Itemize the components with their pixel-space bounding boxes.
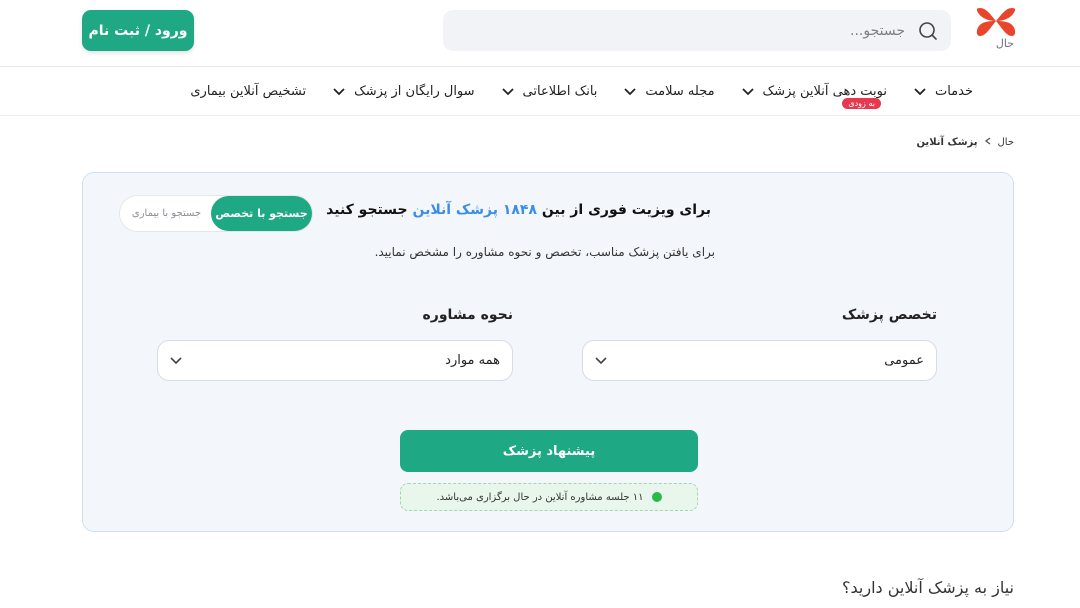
tab-search-by-specialty[interactable]: جستجو با تخصص [211, 196, 312, 231]
consult-type-select[interactable]: همه موارد [157, 340, 513, 381]
site-header: حال ورود / ثبت نام [0, 0, 1080, 67]
chevron-down-icon [741, 85, 755, 99]
nav-item-services[interactable]: خدمات [913, 84, 973, 99]
live-dot-icon [651, 492, 662, 502]
search-icon[interactable] [917, 20, 939, 42]
nav-item-database[interactable]: بانک اطلاعاتی [501, 84, 598, 99]
nav-item-label: نوبت دهی آنلاین پزشک [762, 84, 887, 99]
status-text: ۱۱ جلسه مشاوره آنلاین در حال برگزاری می‌… [436, 491, 644, 503]
breadcrumb: حال پزشک آنلاین [916, 137, 1014, 148]
consult-type-value: همه موارد [445, 353, 500, 368]
nav-item-label: خدمات [934, 84, 973, 99]
nav-item-free-question[interactable]: سوال رایگان از پزشک [332, 84, 475, 99]
chevron-down-icon [623, 85, 637, 99]
nav-item-appointment[interactable]: نوبت دهی آنلاین پزشک به زودی [741, 84, 887, 109]
search-input[interactable] [467, 21, 907, 40]
nav-item-magazine[interactable]: مجله سلامت [623, 84, 715, 99]
coming-soon-badge: به زودی [842, 98, 881, 109]
card-subtitle: برای یافتن پزشک مناسب، تخصص و نحوه مشاور… [374, 245, 715, 259]
chevron-down-icon [593, 353, 609, 369]
chevron-down-icon [332, 85, 346, 99]
nav-item-online-diagnosis[interactable]: تشخیص آنلاین بیماری [190, 84, 306, 99]
doctor-search-card: برای ویزیت فوری از بین ۱۸۴۸ پزشک آنلاین … [82, 172, 1014, 532]
nav-item-label: بانک اطلاعاتی [522, 84, 598, 99]
card-title-prefix: برای ویزیت فوری از بین [541, 202, 711, 218]
tab-search-by-disease[interactable]: جستجو با بیماری [120, 196, 213, 231]
nav-item-label: تشخیص آنلاین بیماری [190, 84, 307, 99]
search-bar[interactable] [443, 10, 951, 51]
login-register-button[interactable]: ورود / ثبت نام [82, 10, 194, 51]
card-title-accent: ۱۸۴۸ پزشک آنلاین [412, 202, 538, 218]
nav-item-label: سوال رایگان از پزشک [354, 84, 475, 99]
breadcrumb-home[interactable]: حال [998, 137, 1015, 148]
breadcrumb-current: پزشک آنلاین [916, 137, 978, 148]
section-heading: نیاز به پزشک آنلاین دارید؟ [842, 578, 1014, 597]
chevron-down-icon [913, 85, 927, 99]
chevron-down-icon [168, 353, 184, 369]
card-title-suffix: جستجو کنید [326, 202, 408, 218]
logo-text: حال [995, 37, 1014, 50]
nav-item-label: مجله سلامت [645, 84, 715, 99]
specialty-label: تخصص پزشک [841, 307, 937, 323]
consult-type-label: نحوه مشاوره [422, 307, 513, 323]
card-title: برای ویزیت فوری از بین ۱۸۴۸ پزشک آنلاین … [326, 202, 711, 218]
chevron-down-icon [501, 85, 515, 99]
specialty-select[interactable]: عمومی [582, 340, 937, 381]
live-sessions-status: ۱۱ جلسه مشاوره آنلاین در حال برگزاری می‌… [400, 483, 698, 511]
main-nav: خدمات نوبت دهی آنلاین پزشک به زودی مجله … [0, 67, 1080, 116]
suggest-doctor-button[interactable]: پیشنهاد پزشک [400, 430, 698, 472]
specialty-value: عمومی [884, 353, 924, 368]
search-mode-toggle[interactable]: جستجو با تخصص جستجو با بیماری [119, 195, 313, 232]
chevron-left-icon [984, 137, 992, 148]
